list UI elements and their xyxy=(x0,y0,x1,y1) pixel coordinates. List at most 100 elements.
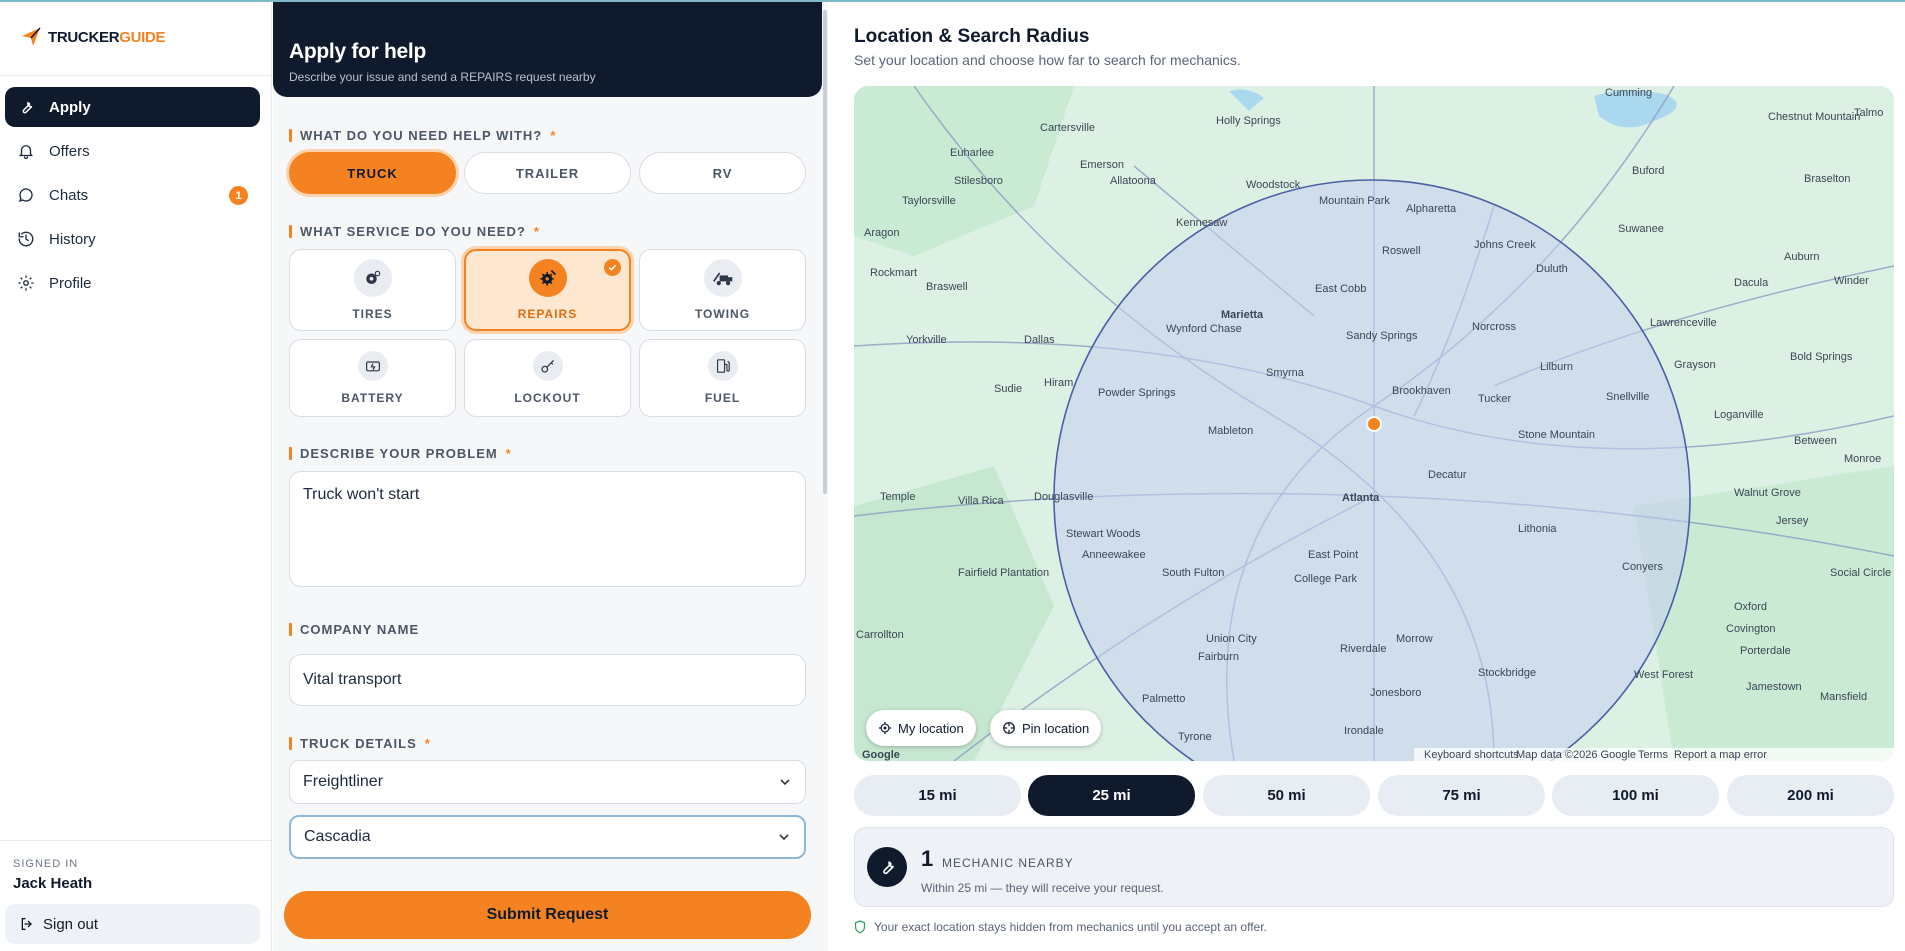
radius-option-100[interactable]: 100 mi xyxy=(1552,775,1719,816)
sidebar-item-chats[interactable]: Chats 1 xyxy=(5,175,260,215)
map-label-norcross: Norcross xyxy=(1472,321,1517,333)
radius-option-50[interactable]: 50 mi xyxy=(1203,775,1370,816)
brand-logo[interactable]: TRUCKERGUIDE xyxy=(20,26,166,48)
my-location-label: My location xyxy=(898,720,964,736)
vehicle-option-rv[interactable]: RV xyxy=(639,152,806,194)
pin-location-button[interactable]: Pin location xyxy=(990,710,1102,746)
map-label-jamestown: Jamestown xyxy=(1746,681,1802,693)
sidebar-item-apply[interactable]: Apply xyxy=(5,87,260,127)
sidebar-item-history[interactable]: History xyxy=(5,219,260,259)
problem-description-field[interactable]: Truck won't start xyxy=(289,471,806,587)
service-option-label: BATTERY xyxy=(341,391,404,405)
map-report-error-link[interactable]: Report a map error xyxy=(1674,749,1767,761)
chevron-down-icon xyxy=(780,779,790,786)
form-scrollbar[interactable] xyxy=(823,10,827,494)
map-label-union-city: Union City xyxy=(1206,633,1257,645)
map-view[interactable]: Atlanta Marietta Cumming Cartersville Ho… xyxy=(854,86,1894,761)
map-label-stone-mountain: Stone Mountain xyxy=(1518,429,1595,441)
vehicle-option-trailer[interactable]: TRAILER xyxy=(464,152,631,194)
form-header: Apply for help Describe your issue and s… xyxy=(273,2,822,97)
sidebar-item-label: Chats xyxy=(49,186,89,204)
map-label-sandy-springs: Sandy Springs xyxy=(1346,330,1418,342)
map-label-jersey: Jersey xyxy=(1776,515,1809,527)
sidebar-item-offers[interactable]: Offers xyxy=(5,131,260,171)
map-label-west-forest: West Forest xyxy=(1634,669,1693,681)
signed-in-label: SIGNED IN xyxy=(13,858,79,870)
location-panel: Location & Search Radius Set your locati… xyxy=(829,2,1905,951)
radius-option-25[interactable]: 25 mi xyxy=(1028,775,1195,816)
truck-make-select[interactable]: Freightliner xyxy=(289,760,806,804)
map-label-walnut-grove: Walnut Grove xyxy=(1734,487,1801,499)
map-label-suwanee: Suwanee xyxy=(1618,223,1664,235)
map-label-mansfield: Mansfield xyxy=(1820,691,1867,703)
map-label-woodstock: Woodstock xyxy=(1246,179,1301,191)
radius-option-200[interactable]: 200 mi xyxy=(1727,775,1894,816)
sidebar-nav: Apply Offers Chats 1 History Profile xyxy=(5,87,260,307)
service-option-label: REPAIRS xyxy=(517,307,578,321)
problem-label: DESCRIBE YOUR PROBLEM * xyxy=(289,446,512,461)
company-name-input[interactable]: Vital transport xyxy=(289,654,806,706)
sidebar-item-label: Profile xyxy=(49,274,92,292)
map-label-east-cobb: East Cobb xyxy=(1315,283,1366,295)
service-option-label: TIRES xyxy=(352,307,393,321)
map-label-fairburn: Fairburn xyxy=(1198,651,1239,663)
map-canvas[interactable]: Atlanta Marietta Cumming Cartersville Ho… xyxy=(854,86,1894,761)
map-label-talmo: Talmo xyxy=(1854,107,1883,119)
repair-gear-icon xyxy=(528,259,567,297)
map-label-buford: Buford xyxy=(1632,165,1664,177)
wrench-icon xyxy=(867,847,907,887)
vehicle-option-truck[interactable]: TRUCK xyxy=(289,152,456,194)
sidebar-item-profile[interactable]: Profile xyxy=(5,263,260,303)
service-option-label: LOCKOUT xyxy=(514,391,581,405)
map-label-between: Between xyxy=(1794,435,1837,447)
label-accent-bar xyxy=(289,129,292,142)
map-label-alpharetta: Alpharetta xyxy=(1406,203,1457,215)
truck-details-label: TRUCK DETAILS * xyxy=(289,736,431,751)
map-keyboard-shortcuts-link[interactable]: Keyboard shortcuts xyxy=(1424,749,1519,761)
radius-option-15[interactable]: 15 mi xyxy=(854,775,1021,816)
map-label-grayson: Grayson xyxy=(1674,359,1716,371)
nearby-count: 1 xyxy=(921,846,934,871)
map-label-wynford-chase: Wynford Chase xyxy=(1166,323,1242,335)
my-location-button[interactable]: My location xyxy=(866,710,976,746)
map-label-carrollton: Carrollton xyxy=(856,629,904,641)
label-accent-bar xyxy=(289,737,292,750)
service-option-repairs[interactable]: REPAIRS xyxy=(464,249,631,331)
crosshair-icon xyxy=(878,721,892,735)
map-label-cartersville: Cartersville xyxy=(1040,122,1095,134)
service-option-fuel[interactable]: FUEL xyxy=(639,339,806,417)
map-label-emerson: Emerson xyxy=(1080,159,1124,171)
map-label-tucker: Tucker xyxy=(1478,393,1512,405)
key-icon xyxy=(532,351,563,381)
map-terms-link[interactable]: Terms xyxy=(1638,749,1668,761)
signed-in-user-name: Jack Heath xyxy=(13,875,93,892)
map-label-dallas: Dallas xyxy=(1024,334,1055,346)
map-label-hiram: Hiram xyxy=(1044,377,1073,389)
service-option-towing[interactable]: TOWING xyxy=(639,249,806,331)
map-label-stewart-woods: Stewart Woods xyxy=(1066,528,1141,540)
map-label-rockmart: Rockmart xyxy=(870,267,917,279)
service-option-battery[interactable]: BATTERY xyxy=(289,339,456,417)
sign-out-button[interactable]: Sign out xyxy=(5,904,260,944)
map-label-decatur: Decatur xyxy=(1428,469,1467,481)
fuel-pump-icon xyxy=(707,351,738,381)
service-option-tires[interactable]: TIRES xyxy=(289,249,456,331)
map-label-winder: Winder xyxy=(1834,275,1869,287)
map-label-social-circle: Social Circle xyxy=(1830,567,1891,579)
service-option-lockout[interactable]: LOCKOUT xyxy=(464,339,631,417)
label-accent-bar xyxy=(289,623,292,636)
map-label-riverdale: Riverdale xyxy=(1340,643,1386,655)
selected-check-icon xyxy=(604,259,621,276)
map-label-tyrone: Tyrone xyxy=(1178,731,1212,743)
map-label-euharlee: Euharlee xyxy=(950,147,994,159)
map-label-roswell: Roswell xyxy=(1382,245,1421,257)
map-label-dacula: Dacula xyxy=(1734,277,1769,289)
truck-model-select[interactable]: Cascadia xyxy=(289,815,806,859)
nearby-description: Within 25 mi — they will receive your re… xyxy=(921,881,1164,895)
location-subtitle: Set your location and choose how far to … xyxy=(854,52,1241,68)
radius-option-75[interactable]: 75 mi xyxy=(1378,775,1545,816)
map-label-taylorsville: Taylorsville xyxy=(902,195,956,207)
chat-icon xyxy=(18,188,33,203)
submit-request-button[interactable]: Submit Request xyxy=(284,891,811,939)
map-label-cumming: Cumming xyxy=(1605,87,1652,99)
